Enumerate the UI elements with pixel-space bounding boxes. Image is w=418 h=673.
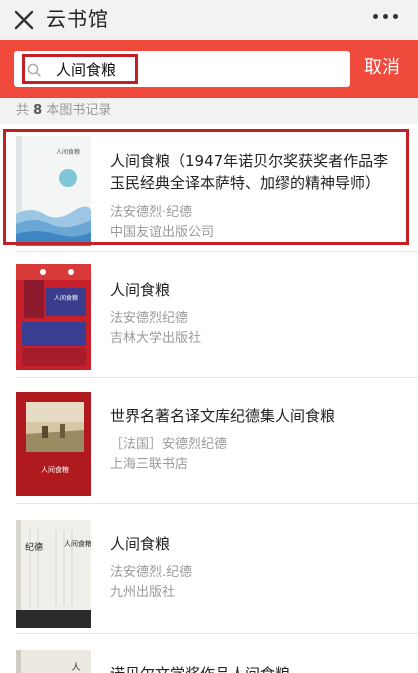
- close-icon[interactable]: [10, 6, 38, 34]
- book-author: 法安德烈纪德: [110, 311, 189, 326]
- book-cover-image: 纪德 人间食粮: [16, 520, 91, 628]
- search-icon: [27, 63, 41, 77]
- book-title: 人间食粮: [110, 535, 171, 553]
- book-title: 人间食粮: [110, 281, 171, 299]
- book-title: 诺贝尔文学奖作品人间食粮: [110, 663, 395, 673]
- book-author: 法安德烈.纪德: [110, 565, 193, 580]
- page-title: 云书馆: [46, 7, 109, 31]
- selected-item-highlight: [3, 129, 409, 245]
- book-cover: 人: [16, 650, 91, 673]
- book-cover: 人间食粮: [16, 392, 91, 496]
- list-item[interactable]: 人 诺贝尔文学奖作品人间食粮: [0, 634, 418, 673]
- cover-title: 人: [71, 662, 80, 673]
- book-publisher: 上海三联书店: [110, 457, 189, 472]
- list-item[interactable]: 人间食粮 世界名著名译文库纪德集人间食粮 ［法国］安德烈纪德 上海三联书店: [0, 378, 418, 504]
- book-cover: 纪德 人间食粮: [16, 520, 91, 628]
- book-title: 世界名著名译文库纪德集人间食粮: [110, 407, 336, 425]
- top-bar: 云书馆: [0, 0, 418, 40]
- book-cover-image: 人间食粮: [16, 264, 91, 370]
- book-publisher: 吉林大学出版社: [110, 331, 202, 346]
- cover-title: 人间食粮: [54, 294, 78, 302]
- cover-author: 纪德: [25, 541, 43, 553]
- list-item[interactable]: 人间食粮 人间食粮 法安德烈纪德 吉林大学出版社: [0, 252, 418, 378]
- search-input[interactable]: [56, 58, 176, 80]
- cover-title: 人间食粮: [64, 539, 91, 548]
- more-options-icon[interactable]: [373, 14, 398, 19]
- cover-title: 人间食粮: [41, 465, 69, 474]
- result-count: 共 8 本图书记录: [16, 103, 112, 118]
- cancel-button[interactable]: 取消: [364, 56, 400, 80]
- result-count-bar: 共 8 本图书记录: [0, 98, 418, 124]
- book-cover-image: 人: [16, 650, 91, 673]
- search-bar: 取消: [0, 40, 418, 98]
- list-item[interactable]: 纪德 人间食粮 人间食粮 法安德烈.纪德 九州出版社: [0, 504, 418, 634]
- book-cover-image: 人间食粮: [16, 392, 91, 496]
- book-publisher: 九州出版社: [110, 585, 176, 600]
- book-cover: 人间食粮: [16, 264, 91, 370]
- book-author: ［法国］安德烈纪德: [110, 437, 228, 452]
